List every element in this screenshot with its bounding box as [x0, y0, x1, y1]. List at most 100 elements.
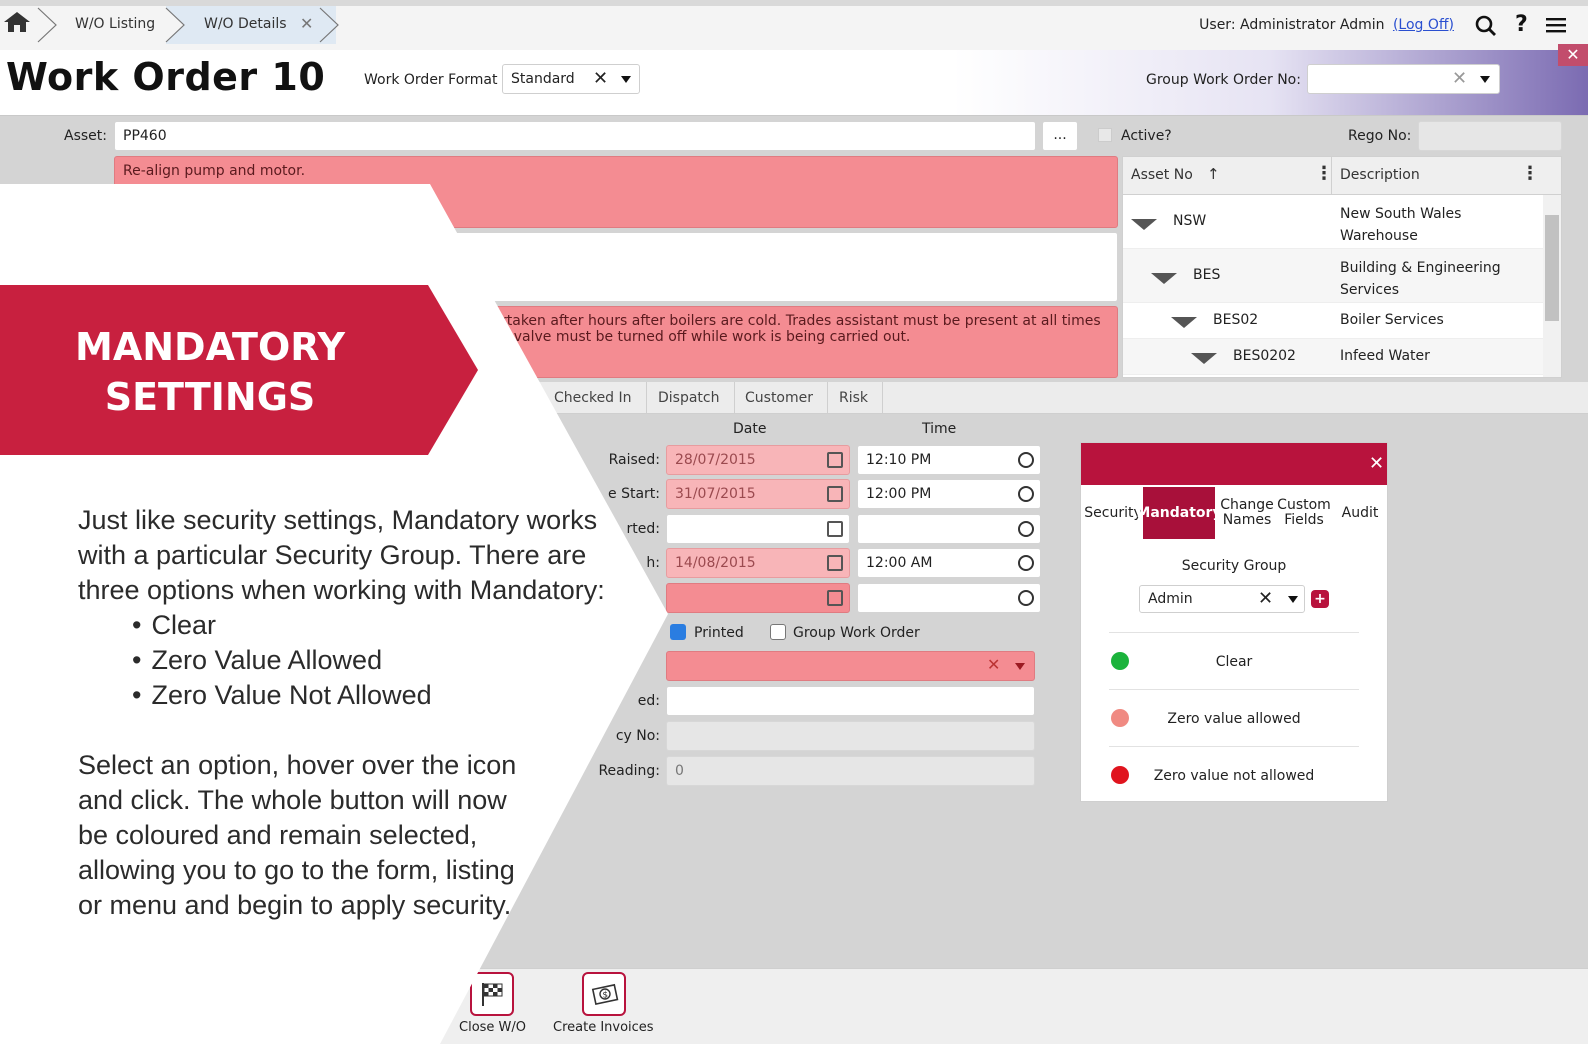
panel-tab-audit[interactable]: Audit [1335, 487, 1385, 539]
clock-icon[interactable] [1018, 452, 1034, 468]
asset-input[interactable]: PP460 [114, 121, 1036, 151]
table-row[interactable]: NSW New South Wales Warehouse [1123, 195, 1543, 249]
option-zero-allowed[interactable]: Zero value allowed [1109, 691, 1359, 747]
logoff-link[interactable]: (Log Off) [1393, 17, 1454, 33]
rego-input[interactable] [1418, 121, 1562, 151]
requested-input[interactable] [666, 686, 1035, 716]
format-label: Work Order Format [364, 72, 498, 88]
col-asset-no[interactable]: Asset No [1131, 167, 1193, 183]
reading-input[interactable]: 0 [666, 756, 1035, 786]
rego-label: Rego No: [1348, 128, 1412, 144]
policy-input[interactable] [666, 721, 1035, 751]
chevron-down-icon[interactable] [1015, 663, 1025, 670]
clear-icon[interactable]: ✕ [1258, 588, 1273, 609]
add-icon[interactable]: + [1311, 590, 1329, 608]
search-icon[interactable] [1475, 15, 1497, 37]
expand-triangle-icon[interactable] [1171, 317, 1197, 328]
security-group-select[interactable]: Admin ✕ [1139, 585, 1305, 613]
finish-date-input[interactable]: 14/08/2015 [666, 548, 850, 578]
mandatory-select[interactable]: ✕ [666, 651, 1035, 681]
date-header: Date [733, 421, 767, 437]
calendar-icon[interactable] [827, 521, 843, 537]
clear-icon[interactable]: ✕ [593, 68, 608, 89]
option-label: Zero value allowed [1167, 711, 1301, 727]
calendar-icon[interactable] [827, 452, 843, 468]
scrollbar[interactable] [1543, 195, 1561, 377]
menu-icon[interactable] [1546, 17, 1566, 33]
started-time-input[interactable] [857, 514, 1041, 544]
close-tab-icon[interactable]: ✕ [300, 14, 313, 33]
home-icon[interactable] [2, 10, 32, 34]
overlay-bullets: Clear Zero Value Allowed Zero Value Not … [132, 608, 618, 713]
help-icon[interactable]: ? [1515, 12, 1528, 37]
breadcrumb-wo-listing[interactable]: W/O Listing [75, 6, 155, 42]
group-wo-label: Group Work Order No: [1146, 72, 1301, 88]
expand-triangle-icon[interactable] [1131, 219, 1157, 230]
completed-date-input[interactable] [666, 583, 850, 613]
calendar-icon[interactable] [827, 590, 843, 606]
long-description-textarea[interactable] [114, 232, 1118, 302]
clock-icon[interactable] [1018, 555, 1034, 571]
clear-icon[interactable]: ✕ [1452, 68, 1467, 89]
start-date-input[interactable]: 31/07/2015 [666, 479, 850, 509]
bullet-item: Zero Value Allowed [132, 643, 618, 678]
raised-date-input[interactable]: 28/07/2015 [666, 445, 850, 475]
started-date-input[interactable] [666, 514, 850, 544]
clock-icon[interactable] [1018, 486, 1034, 502]
format-select[interactable]: Standard ✕ [502, 64, 640, 94]
create-invoices-label: Create Invoices [553, 1020, 654, 1035]
panel-tab-custom-fields[interactable]: Custom Fields [1273, 487, 1335, 539]
tab-customer[interactable]: Customer [731, 382, 829, 414]
create-invoices-button[interactable]: $ [582, 972, 626, 1016]
asset-lookup-button[interactable]: ... [1042, 121, 1078, 151]
panel-tab-change-names[interactable]: Change Names [1217, 487, 1277, 539]
active-checkbox[interactable] [1098, 128, 1112, 142]
table-row[interactable]: BES Building & Engineering Services [1123, 249, 1543, 303]
start-label: e Start: [608, 486, 660, 502]
group-wo-checkbox[interactable] [770, 624, 786, 640]
scrollbar-thumb[interactable] [1545, 215, 1559, 321]
calendar-icon[interactable] [827, 486, 843, 502]
asset-desc: New South Wales Warehouse [1340, 206, 1462, 244]
table-row[interactable]: BES02 Boiler Services [1123, 303, 1543, 339]
close-icon[interactable]: ✕ [1369, 453, 1384, 474]
panel-tab-security[interactable]: Security [1083, 487, 1143, 539]
column-menu-icon[interactable]: ⋮ [1521, 163, 1539, 184]
checkered-flag-icon [482, 983, 503, 1006]
overlay-paragraph: Select an option, hover over the icon an… [78, 750, 517, 920]
option-clear[interactable]: Clear [1109, 634, 1359, 690]
start-time-input[interactable]: 12:00 PM [857, 479, 1041, 509]
chevron-down-icon[interactable] [621, 76, 631, 83]
close-wo-button[interactable] [470, 972, 514, 1016]
calendar-icon[interactable] [827, 555, 843, 571]
clock-icon[interactable] [1018, 521, 1034, 537]
notes-line: y valve must be turned off while work is… [501, 329, 911, 345]
expand-triangle-icon[interactable] [1151, 273, 1177, 284]
option-zero-not-allowed[interactable]: Zero value not allowed [1109, 748, 1359, 804]
sort-up-icon[interactable]: ↑ [1207, 165, 1220, 183]
raised-time-input[interactable]: 12:10 PM [857, 445, 1041, 475]
overlay-paragraph: Just like security settings, Mandatory w… [78, 505, 605, 605]
overlay-title-line: MANDATORY [75, 325, 345, 369]
printed-checkbox[interactable] [670, 624, 686, 640]
breadcrumb-wo-details[interactable]: W/O Details [204, 6, 287, 42]
clock-icon[interactable] [1018, 590, 1034, 606]
close-icon[interactable]: ✕ [1558, 44, 1588, 66]
chevron-down-icon[interactable] [1288, 596, 1298, 603]
col-description[interactable]: Description [1340, 167, 1420, 183]
tab-risk[interactable]: Risk [825, 382, 884, 414]
tab-checked-in[interactable]: Checked In [540, 382, 647, 414]
option-label: Zero value not allowed [1153, 768, 1315, 784]
tab-dispatch[interactable]: Dispatch [644, 382, 735, 414]
divider [1109, 632, 1359, 633]
completed-time-input[interactable] [857, 583, 1041, 613]
panel-tab-mandatory[interactable]: Mandatory [1136, 487, 1222, 539]
finish-time-input[interactable]: 12:00 AM [857, 548, 1041, 578]
group-wo-select[interactable]: ✕ [1307, 64, 1500, 94]
clear-icon[interactable]: ✕ [987, 655, 1000, 674]
notes-line: rtaken after hours after boilers are col… [501, 313, 1101, 329]
description-textarea[interactable]: Re-align pump and motor. [114, 156, 1118, 228]
expand-triangle-icon[interactable] [1191, 353, 1217, 364]
table-row[interactable]: BES0202 Infeed Water [1123, 339, 1543, 375]
chevron-down-icon[interactable] [1480, 76, 1490, 83]
